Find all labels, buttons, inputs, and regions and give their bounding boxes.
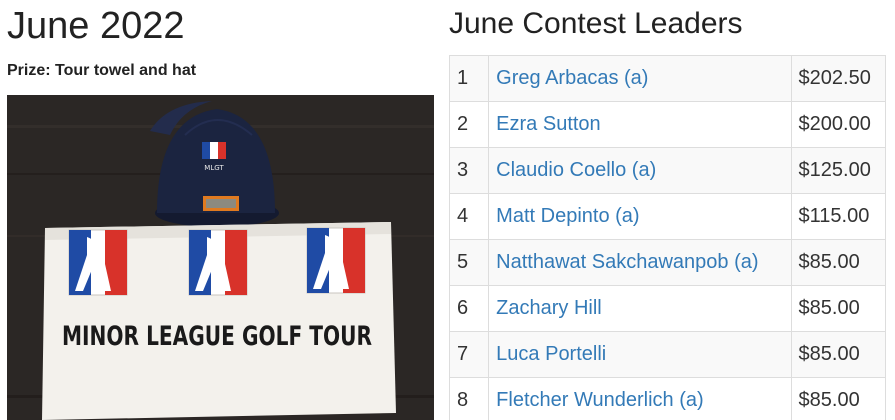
table-row: 5 Natthawat Sakchawanpob (a) $85.00 [448,239,887,286]
player-link[interactable]: Natthawat Sakchawanpob (a) [496,251,758,273]
leaders-section: June Contest Leaders 1 Greg Arbacas (a) … [448,0,887,420]
amount-cell: $85.00 [790,285,887,332]
player-link[interactable]: Fletcher Wunderlich (a) [496,389,703,411]
rank-cell: 2 [448,101,490,148]
rank-cell: 4 [448,193,490,240]
rank-cell: 7 [448,331,490,378]
rank-cell: 1 [448,55,490,102]
name-cell: Matt Depinto (a) [488,193,792,240]
rank-cell: 5 [448,239,490,286]
table-row: 4 Matt Depinto (a) $115.00 [448,193,887,240]
towel-image: Minor League Golf Tour [42,222,396,420]
leaders-table: 1 Greg Arbacas (a) $202.50 2 Ezra Sutton… [448,55,887,420]
table-row: 2 Ezra Sutton $200.00 [448,101,887,148]
name-cell: Natthawat Sakchawanpob (a) [488,239,792,286]
player-link[interactable]: Luca Portelli [496,343,606,365]
amount-cell: $115.00 [790,193,887,240]
player-link[interactable]: Matt Depinto (a) [496,205,639,227]
prize-section: June 2022 Prize: Tour towel and hat MLGT… [7,0,434,420]
table-row: 3 Claudio Coello (a) $125.00 [448,147,887,194]
name-cell: Greg Arbacas (a) [488,55,792,102]
player-link[interactable]: Claudio Coello (a) [496,159,656,181]
towel-logo-3 [306,227,366,294]
name-cell: Ezra Sutton [488,101,792,148]
name-cell: Luca Portelli [488,331,792,378]
hat-logo-text: MLGT [204,164,224,172]
prize-photo: MLGT MINOR LEAGUE GOLF TOUR [7,95,434,420]
leaders-title: June Contest Leaders [449,7,743,40]
amount-cell: $200.00 [790,101,887,148]
name-cell: Zachary Hill [488,285,792,332]
page: June 2022 Prize: Tour towel and hat MLGT… [0,0,895,420]
towel-text: Minor League Golf Tour [62,321,372,352]
name-cell: Fletcher Wunderlich (a) [488,377,792,420]
rank-cell: 6 [448,285,490,332]
prize-description: Prize: Tour towel and hat [7,62,197,79]
amount-cell: $202.50 [790,55,887,102]
name-cell: Claudio Coello (a) [488,147,792,194]
month-title: June 2022 [7,5,185,47]
amount-cell: $125.00 [790,147,887,194]
player-link[interactable]: Zachary Hill [496,297,602,319]
towel-logo-1 [68,229,128,296]
towel-logo-2 [188,229,248,296]
amount-cell: $85.00 [790,377,887,420]
rank-cell: 8 [448,377,490,420]
amount-cell: $85.00 [790,331,887,378]
amount-cell: $85.00 [790,239,887,286]
player-link[interactable]: Ezra Sutton [496,113,601,135]
rank-cell: 3 [448,147,490,194]
table-row: 1 Greg Arbacas (a) $202.50 [448,55,887,102]
table-row: 8 Fletcher Wunderlich (a) $85.00 [448,377,887,420]
player-link[interactable]: Greg Arbacas (a) [496,67,648,89]
table-row: 6 Zachary Hill $85.00 [448,285,887,332]
table-row: 7 Luca Portelli $85.00 [448,331,887,378]
